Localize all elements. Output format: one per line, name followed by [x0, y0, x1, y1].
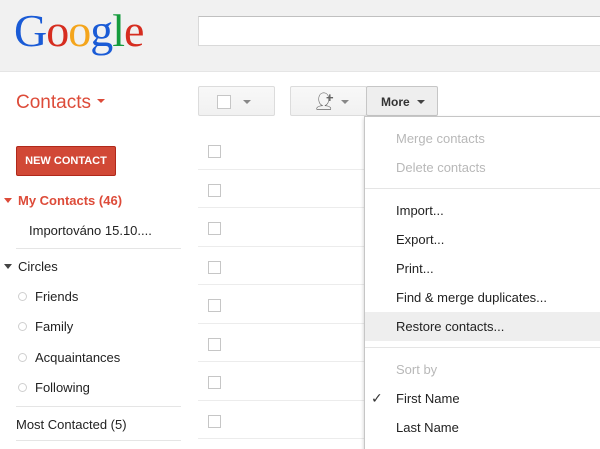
row-checkbox[interactable] [208, 145, 221, 158]
menu-separator [365, 188, 600, 189]
sidebar-item-label: My Contacts (46) [18, 193, 123, 208]
more-label: More [381, 95, 410, 109]
row-checkbox[interactable] [208, 337, 221, 351]
menu-item-delete-contacts: Delete contacts [396, 160, 486, 175]
circle-icon [18, 353, 27, 363]
divider [16, 406, 181, 407]
sidebar-item-label: Most Contacted (5) [16, 417, 127, 432]
contact-row[interactable] [198, 247, 368, 285]
sidebar-item-label: Importováno 15.10.... [29, 223, 152, 238]
app-title-menu[interactable]: Contacts [16, 92, 105, 114]
circle-icon [18, 322, 27, 332]
contact-row[interactable] [198, 208, 368, 247]
logo-letter: g [90, 5, 113, 56]
logo-letter: l [112, 5, 125, 56]
chevron-down-icon [417, 100, 425, 104]
sidebar-item-label: Family [35, 319, 74, 334]
contact-row[interactable] [198, 324, 368, 362]
sidebar-item-following[interactable]: Following [0, 380, 90, 395]
contact-row[interactable] [198, 131, 368, 170]
row-checkbox[interactable] [208, 183, 221, 197]
sidebar-item-circles[interactable]: Circles [0, 259, 58, 274]
divider [16, 248, 181, 249]
menu-item-sort-last-name[interactable]: Last Name [365, 413, 600, 442]
chevron-down-icon [96, 98, 105, 103]
row-checkbox[interactable] [208, 414, 221, 428]
more-dropdown-menu: Merge contacts Delete contacts Import...… [364, 116, 600, 449]
app-title: Contacts [16, 92, 91, 113]
chevron-down-icon [243, 100, 251, 104]
contact-row[interactable] [198, 362, 368, 401]
search-input[interactable] [198, 16, 600, 46]
new-contact-button[interactable]: NEW CONTACT [16, 146, 116, 176]
contact-row[interactable] [198, 170, 368, 208]
sidebar-item-label: Acquaintances [35, 350, 121, 365]
sidebar-item-imported-group[interactable]: Importováno 15.10.... [29, 223, 152, 238]
expand-triangle-icon[interactable] [4, 198, 12, 204]
checkmark-icon: ✓ [371, 390, 383, 406]
sidebar-item-friends[interactable]: Friends [0, 289, 78, 304]
circle-icon [18, 383, 27, 393]
menu-heading-sort-by: Sort by [396, 362, 438, 377]
contact-list [198, 131, 368, 439]
menu-item-find-merge-duplicates[interactable]: Find & merge duplicates... [365, 283, 600, 312]
sidebar-item-my-contacts[interactable]: My Contacts (46) [0, 193, 122, 208]
row-checkbox[interactable] [208, 222, 221, 235]
contact-row[interactable] [198, 285, 368, 324]
checkbox-icon [217, 95, 231, 109]
sidebar-item-most-contacted[interactable]: Most Contacted (5) [16, 417, 127, 432]
sidebar-item-label: Circles [18, 259, 58, 274]
circle-icon [18, 292, 27, 302]
row-checkbox[interactable] [208, 260, 221, 274]
sidebar-item-family[interactable]: Family [0, 319, 73, 334]
contact-row[interactable] [198, 401, 368, 439]
menu-item-print[interactable]: Print... [365, 254, 600, 283]
logo-letter: o [46, 5, 69, 56]
plus-icon: + [326, 90, 334, 105]
row-checkbox[interactable] [208, 376, 221, 389]
menu-item-label: First Name [396, 391, 460, 406]
google-logo[interactable]: Google [14, 5, 144, 56]
sidebar-item-acquaintances[interactable]: Acquaintances [0, 350, 120, 365]
menu-item-export[interactable]: Export... [365, 225, 600, 254]
select-checkbox-button[interactable] [198, 86, 275, 116]
sidebar-item-label: Following [35, 380, 90, 395]
menu-item-sort-first-name[interactable]: ✓ First Name [365, 384, 600, 413]
menu-item-import[interactable]: Import... [365, 196, 600, 225]
expand-triangle-icon[interactable] [4, 264, 12, 270]
menu-item-restore-contacts[interactable]: Restore contacts... [365, 312, 600, 341]
add-to-circles-button[interactable]: 👤︎ + [290, 86, 367, 116]
menu-item-merge-contacts: Merge contacts [396, 131, 485, 146]
logo-letter: G [14, 5, 47, 56]
chevron-down-icon [341, 100, 349, 104]
top-bar: Google [0, 0, 600, 72]
row-checkbox[interactable] [208, 299, 221, 312]
divider [16, 440, 181, 441]
more-button[interactable]: More [366, 86, 438, 116]
logo-letter: e [124, 5, 144, 56]
sidebar-item-label: Friends [35, 289, 79, 304]
menu-separator [365, 347, 600, 348]
logo-letter: o [68, 5, 91, 56]
